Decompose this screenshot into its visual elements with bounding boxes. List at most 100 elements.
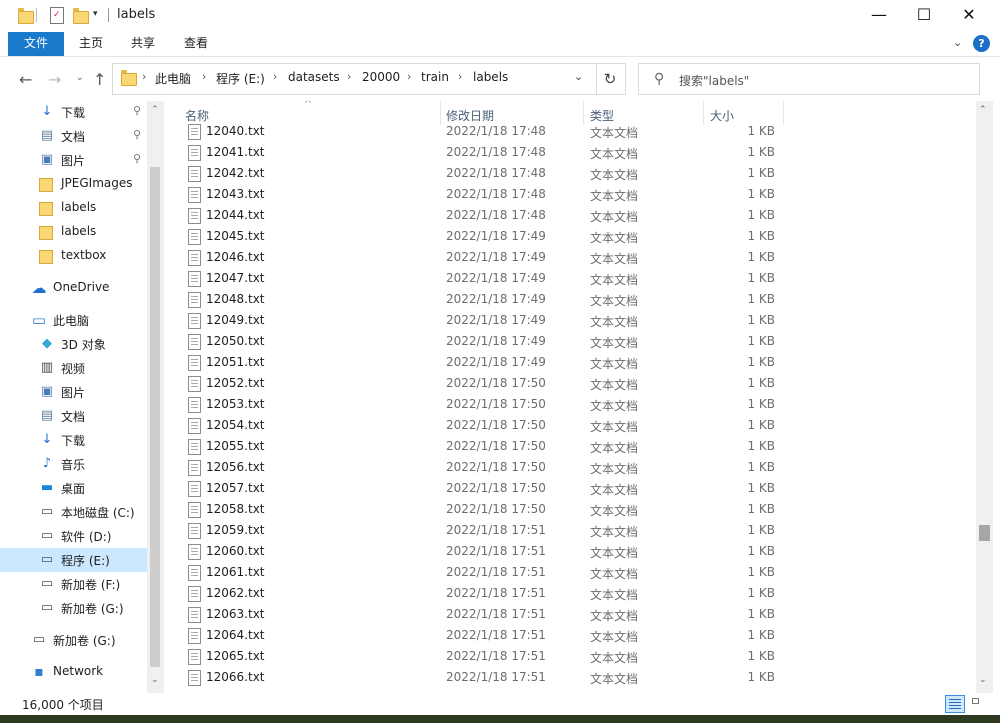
- table-row[interactable]: 12044.txt 2022/1/18 17:48 文本文档 1 KB: [164, 205, 976, 226]
- sidebar-item-onedrive[interactable]: ☁ OneDrive: [0, 276, 147, 300]
- sidebar-item-quick-access[interactable]: labels: [0, 220, 147, 244]
- table-row[interactable]: 12056.txt 2022/1/18 17:50 文本文档 1 KB: [164, 457, 976, 478]
- table-row[interactable]: 12055.txt 2022/1/18 17:50 文本文档 1 KB: [164, 436, 976, 457]
- forward-arrow-icon[interactable]: →: [48, 70, 61, 89]
- table-row[interactable]: 12063.txt 2022/1/18 17:51 文本文档 1 KB: [164, 604, 976, 625]
- properties-icon[interactable]: ✓: [50, 7, 64, 24]
- breadcrumb-separator-icon[interactable]: ›: [273, 70, 277, 83]
- sidebar-item-quick-access[interactable]: JPEGImages: [0, 172, 147, 196]
- table-row[interactable]: 12053.txt 2022/1/18 17:50 文本文档 1 KB: [164, 394, 976, 415]
- sidebar-item-pc[interactable]: ▭ 新加卷 (F:): [0, 572, 147, 596]
- sidebar-item-this-pc[interactable]: ▭ 此电脑: [0, 308, 147, 332]
- tab-file[interactable]: 文件: [8, 32, 64, 56]
- table-row[interactable]: 12065.txt 2022/1/18 17:51 文本文档 1 KB: [164, 646, 976, 667]
- table-row[interactable]: 12062.txt 2022/1/18 17:51 文本文档 1 KB: [164, 583, 976, 604]
- table-row[interactable]: 12040.txt 2022/1/18 17:48 文本文档 1 KB: [164, 121, 976, 142]
- breadcrumb-datasets[interactable]: datasets: [288, 70, 340, 84]
- table-row[interactable]: 12052.txt 2022/1/18 17:50 文本文档 1 KB: [164, 373, 976, 394]
- tab-share[interactable]: 共享: [122, 32, 164, 56]
- table-row[interactable]: 12054.txt 2022/1/18 17:50 文本文档 1 KB: [164, 415, 976, 436]
- table-row[interactable]: 12058.txt 2022/1/18 17:50 文本文档 1 KB: [164, 499, 976, 520]
- tab-view[interactable]: 查看: [175, 32, 217, 56]
- sidebar-item-quick-access[interactable]: ▣ 图片 ⚲: [0, 148, 147, 172]
- sidebar-item-quick-access[interactable]: ↓ 下载 ⚲: [0, 101, 147, 124]
- breadcrumb-separator-icon[interactable]: ›: [142, 70, 146, 83]
- sidebar-item-pc[interactable]: ↓ 下载: [0, 428, 147, 452]
- table-row[interactable]: 12041.txt 2022/1/18 17:48 文本文档 1 KB: [164, 142, 976, 163]
- system-drive-icon: ▭: [40, 504, 54, 519]
- table-row[interactable]: 12057.txt 2022/1/18 17:50 文本文档 1 KB: [164, 478, 976, 499]
- table-row[interactable]: 12051.txt 2022/1/18 17:49 文本文档 1 KB: [164, 352, 976, 373]
- tab-home[interactable]: 主页: [70, 32, 112, 56]
- breadcrumb-labels[interactable]: labels: [473, 70, 508, 84]
- file-name: 12045.txt: [206, 229, 265, 243]
- table-row[interactable]: 12064.txt 2022/1/18 17:51 文本文档 1 KB: [164, 625, 976, 646]
- table-row[interactable]: 12060.txt 2022/1/18 17:51 文本文档 1 KB: [164, 541, 976, 562]
- maximize-button[interactable]: ☐: [901, 0, 947, 32]
- sidebar-item-quick-access[interactable]: ▤ 文档 ⚲: [0, 124, 147, 148]
- customize-toolbar-icon[interactable]: ▾: [93, 9, 98, 19]
- minimize-button[interactable]: —: [856, 0, 902, 32]
- recent-locations-icon[interactable]: ⌄: [76, 73, 84, 83]
- sidebar-item-pc[interactable]: ▣ 图片: [0, 380, 147, 404]
- sidebar-item-network[interactable]: ▪ Network: [0, 660, 147, 684]
- scroll-down-icon[interactable]: ⌄: [151, 675, 159, 685]
- sidebar-item-quick-access[interactable]: textbox: [0, 244, 147, 268]
- table-row[interactable]: 12046.txt 2022/1/18 17:49 文本文档 1 KB: [164, 247, 976, 268]
- address-bar[interactable]: › 此电脑 › 程序 (E:) › datasets › 20000 › tra…: [112, 63, 597, 95]
- file-list-scrollbar[interactable]: ⌃ ⌄: [976, 101, 993, 693]
- sidebar-item-pc[interactable]: ▭ 新加卷 (G:): [0, 596, 147, 620]
- search-box[interactable]: ⚲ 搜索"labels": [638, 63, 980, 95]
- sidebar-item-pc[interactable]: ▥ 视频: [0, 356, 147, 380]
- table-row[interactable]: 12043.txt 2022/1/18 17:48 文本文档 1 KB: [164, 184, 976, 205]
- breadcrumb-separator-icon[interactable]: ›: [347, 70, 351, 83]
- table-row[interactable]: 12059.txt 2022/1/18 17:51 文本文档 1 KB: [164, 520, 976, 541]
- breadcrumb-train[interactable]: train: [421, 70, 449, 84]
- up-arrow-icon[interactable]: ↑: [93, 70, 106, 89]
- file-size: 1 KB: [747, 544, 775, 558]
- ribbon-tabs: 文件 主页 共享 查看 ⌄ ?: [0, 32, 1000, 57]
- table-row[interactable]: 12042.txt 2022/1/18 17:48 文本文档 1 KB: [164, 163, 976, 184]
- table-row[interactable]: 12061.txt 2022/1/18 17:51 文本文档 1 KB: [164, 562, 976, 583]
- breadcrumb-separator-icon[interactable]: ›: [458, 70, 462, 83]
- refresh-button[interactable]: ↻: [595, 63, 626, 95]
- breadcrumb-drive-e[interactable]: 程序 (E:): [216, 70, 265, 87]
- text-file-icon: [188, 187, 201, 203]
- breadcrumb-20000[interactable]: 20000: [362, 70, 400, 84]
- sidebar-item-pc[interactable]: ▤ 文档: [0, 404, 147, 428]
- scroll-down-icon[interactable]: ⌄: [979, 675, 987, 685]
- sidebar-item-pc[interactable]: ◆ 3D 对象: [0, 332, 147, 356]
- new-folder-icon[interactable]: [73, 8, 89, 24]
- table-row[interactable]: 12049.txt 2022/1/18 17:49 文本文档 1 KB: [164, 310, 976, 331]
- table-row[interactable]: 12050.txt 2022/1/18 17:49 文本文档 1 KB: [164, 331, 976, 352]
- sidebar-item-pc[interactable]: ▭ 程序 (E:): [0, 548, 147, 572]
- text-file-icon: [188, 460, 201, 476]
- address-dropdown-icon[interactable]: ⌄: [574, 70, 583, 83]
- large-icons-view-icon[interactable]: [969, 695, 987, 711]
- sidebar-item-pc[interactable]: ▬ 桌面: [0, 476, 147, 500]
- sidebar-item-pc[interactable]: ▭ 软件 (D:): [0, 524, 147, 548]
- scroll-up-icon[interactable]: ⌃: [151, 105, 159, 115]
- sidebar-item-pc[interactable]: ♪ 音乐: [0, 452, 147, 476]
- sidebar-scroll-thumb[interactable]: [150, 167, 160, 667]
- file-list-scroll-thumb[interactable]: [979, 525, 990, 541]
- sidebar-item-quick-access[interactable]: labels: [0, 196, 147, 220]
- table-row[interactable]: 12047.txt 2022/1/18 17:49 文本文档 1 KB: [164, 268, 976, 289]
- table-row[interactable]: 12066.txt 2022/1/18 17:51 文本文档 1 KB: [164, 667, 976, 688]
- sidebar-item-removable-drive[interactable]: ▭ 新加卷 (G:): [0, 628, 147, 652]
- close-button[interactable]: ✕: [946, 0, 992, 32]
- expand-ribbon-icon[interactable]: ⌄: [953, 36, 962, 49]
- file-size: 1 KB: [747, 607, 775, 621]
- breadcrumb-separator-icon[interactable]: ›: [407, 70, 411, 83]
- breadcrumb-this-pc[interactable]: 此电脑: [155, 70, 191, 87]
- sidebar-item-pc[interactable]: ▭ 本地磁盘 (C:): [0, 500, 147, 524]
- breadcrumb-separator-icon[interactable]: ›: [202, 70, 206, 83]
- scroll-up-icon[interactable]: ⌃: [979, 105, 987, 115]
- table-row[interactable]: 12048.txt 2022/1/18 17:49 文本文档 1 KB: [164, 289, 976, 310]
- table-row[interactable]: 12045.txt 2022/1/18 17:49 文本文档 1 KB: [164, 226, 976, 247]
- details-view-icon[interactable]: [945, 695, 965, 713]
- help-icon[interactable]: ?: [973, 35, 990, 52]
- search-input[interactable]: 搜索"labels": [679, 72, 749, 89]
- file-type: 文本文档: [590, 252, 639, 266]
- back-arrow-icon[interactable]: ←: [19, 70, 32, 89]
